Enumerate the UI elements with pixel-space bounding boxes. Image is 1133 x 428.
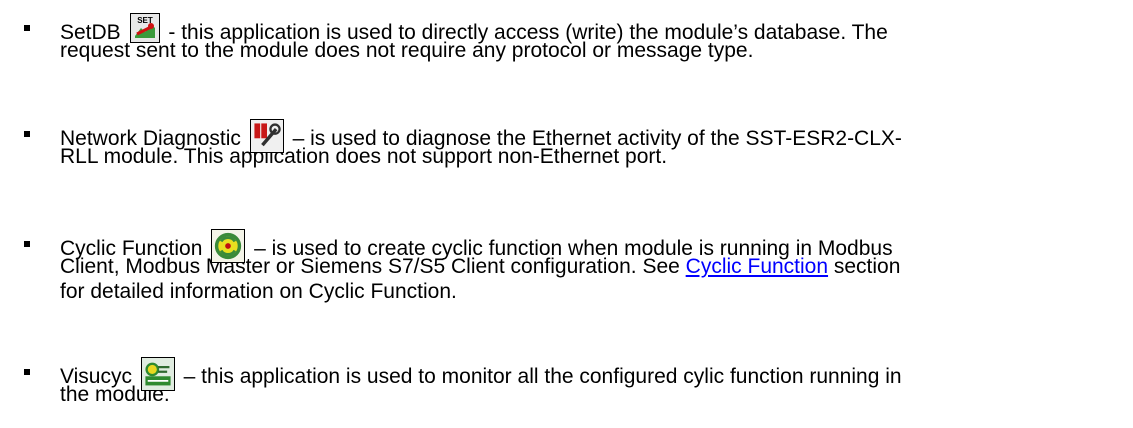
list-item-text: Visucyc – this application is used to mo…: [60, 357, 1120, 407]
visucyc-icon: [140, 357, 175, 391]
cyclic-function-icon-graphic: [212, 230, 245, 262]
text-line: SetDB SET - this application is used to …: [60, 13, 1120, 44]
visucyc-description-1: – this application is used to monitor al…: [177, 365, 902, 388]
cyclic-function-description-2: Client, Modbus Master or Siemens S7/S5 C…: [60, 255, 686, 278]
list-item-text: Network Diagnostic – is used to diagnose…: [60, 119, 1120, 169]
setdb-icon: SET: [129, 13, 160, 43]
list-item-text: SetDB SET - this application is used to …: [60, 13, 1120, 63]
bullet: [24, 241, 30, 247]
document-page: SetDB SET - this application is used to …: [0, 0, 1133, 428]
network-diagnostic-icon: [249, 119, 284, 153]
text-line: Cyclic Function – is used to create cycl…: [60, 229, 1120, 263]
network-diagnostic-icon-graphic: [250, 120, 283, 152]
bullet: [24, 131, 30, 137]
bullet: [24, 369, 30, 375]
list-item-text: Cyclic Function – is used to create cycl…: [60, 229, 1120, 304]
visucyc-icon-graphic: [141, 358, 174, 390]
cyclic-function-link[interactable]: Cyclic Function: [686, 255, 828, 278]
cyclic-function-icon: [211, 229, 246, 263]
cyclic-function-description-2-after: section: [828, 255, 901, 278]
network-diagnostic-description-2: RLL module. This application does not su…: [60, 145, 668, 168]
setdb-description-2: request sent to the module does not requ…: [60, 39, 754, 62]
text-line: Network Diagnostic – is used to diagnose…: [60, 119, 1120, 153]
setdb-icon-graphic: SET: [130, 14, 159, 42]
text-line: Visucyc – this application is used to mo…: [60, 357, 1120, 391]
bullet: [24, 25, 30, 31]
cyclic-function-description-3: for detailed information on Cyclic Funct…: [60, 280, 457, 303]
